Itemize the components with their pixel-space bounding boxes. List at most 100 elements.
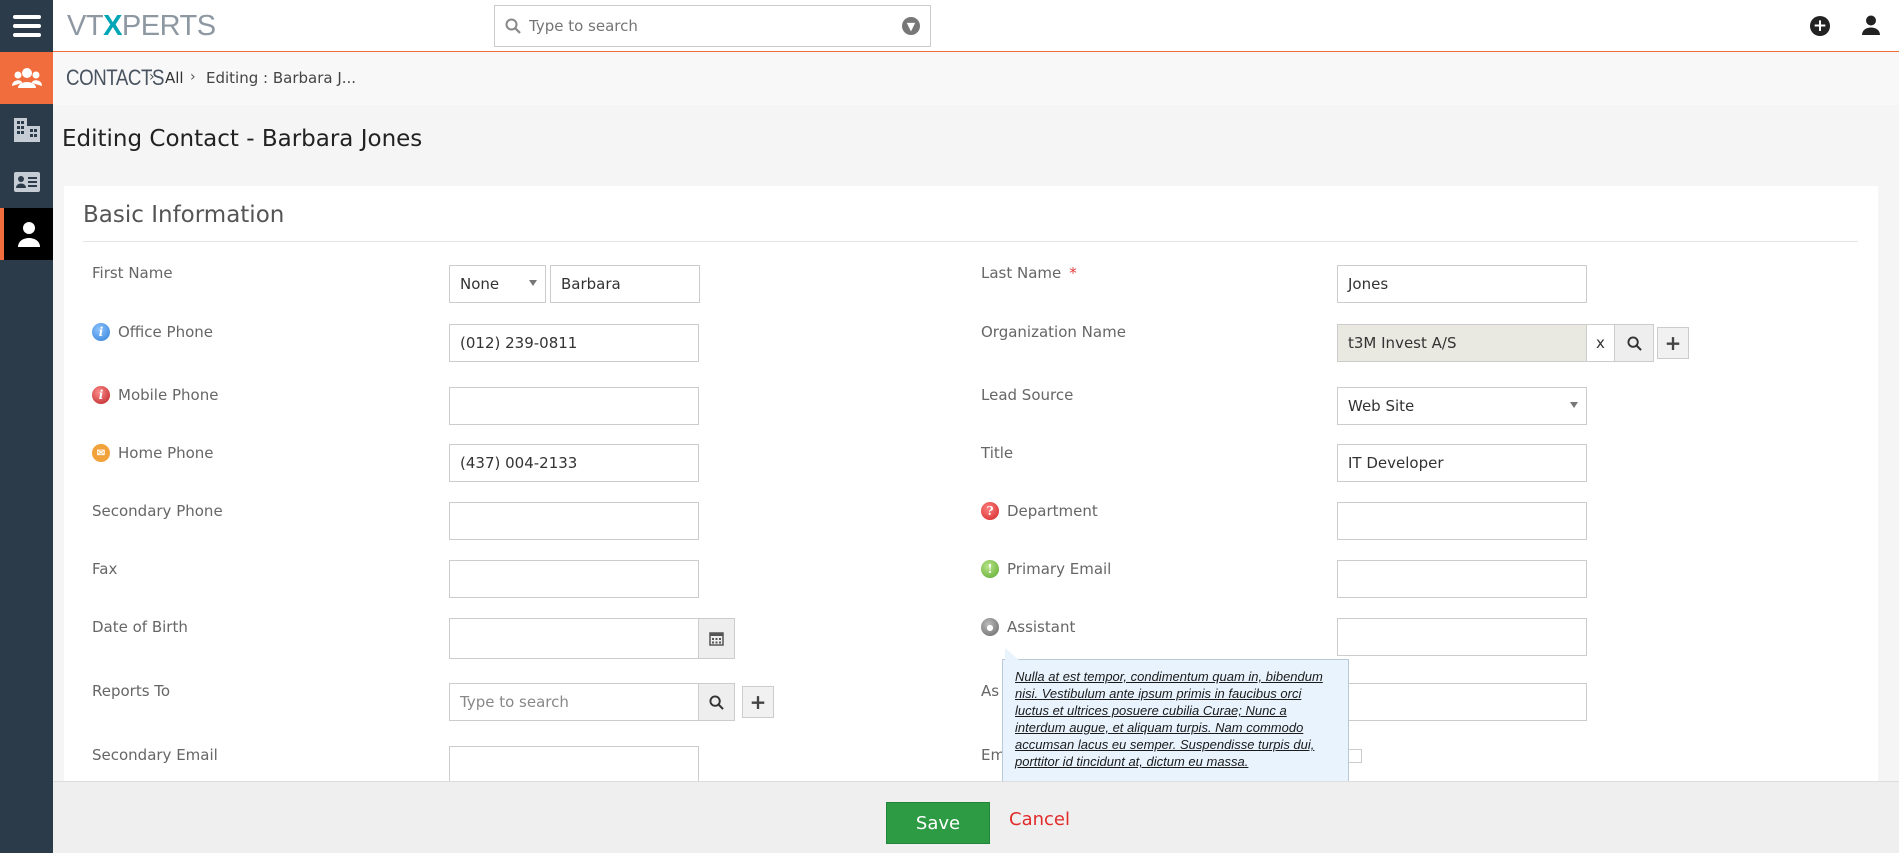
save-button[interactable]: Save	[886, 802, 990, 844]
salutation-value: None	[460, 275, 500, 293]
section-title: Basic Information	[83, 202, 285, 228]
building-icon	[13, 118, 40, 142]
mobile-phone-input[interactable]	[449, 387, 699, 425]
first-name-label-text: First Name	[92, 264, 173, 282]
secondary-phone-label: Secondary Phone	[92, 502, 223, 520]
page-title: Editing Contact - Barbara Jones	[62, 126, 423, 152]
department-input[interactable]	[1337, 502, 1587, 540]
hamburger-icon	[12, 15, 41, 37]
create-organization-plus-icon[interactable]: +	[1657, 327, 1689, 359]
office-phone-input[interactable]: (012) 239-0811	[449, 324, 699, 362]
date-of-birth-label-text: Date of Birth	[92, 618, 188, 636]
quick-create-plus-icon[interactable]: +	[1810, 16, 1830, 36]
home-phone-label: ✉ Home Phone	[92, 444, 214, 462]
field-help-tooltip: Nulla at est tempor, condimentum quam in…	[1002, 648, 1349, 793]
organization-name-value: t3M Invest A/S	[1348, 334, 1457, 352]
title-label: Title	[981, 444, 1013, 462]
envelope-icon[interactable]: ✉	[92, 444, 110, 462]
secondary-email-input[interactable]	[449, 746, 699, 782]
fax-input[interactable]	[449, 560, 699, 598]
home-phone-label-text: Home Phone	[118, 444, 214, 462]
rail-contacts-module[interactable]	[0, 52, 53, 104]
vtexperts-logo[interactable]: VTXPERTS	[67, 10, 216, 43]
search-icon	[1626, 335, 1642, 351]
mobile-phone-label: i Mobile Phone	[92, 386, 218, 404]
info-icon[interactable]: i	[92, 386, 110, 404]
primary-email-label-text: Primary Email	[1007, 560, 1112, 578]
office-phone-value: (012) 239-0811	[460, 334, 578, 352]
title-label-text: Title	[981, 444, 1014, 462]
rail-organizations-module[interactable]	[0, 104, 53, 156]
global-search-input[interactable]	[529, 17, 889, 35]
reports-to-label: Reports To	[92, 682, 170, 700]
first-name-value: Barbara	[561, 275, 621, 293]
fax-label: Fax	[92, 560, 117, 578]
global-search: ▼	[494, 5, 931, 47]
breadcrumb-all[interactable]: All	[165, 69, 184, 87]
secondary-email-label: Secondary Email	[92, 746, 218, 764]
rail-contacts-active[interactable]	[0, 208, 53, 260]
lead-source-label-text: Lead Source	[981, 386, 1074, 404]
user-help-icon[interactable]: ●	[981, 618, 999, 636]
last-name-input[interactable]: Jones	[1337, 265, 1587, 303]
form-action-bar: Save Cancel	[53, 781, 1899, 853]
search-icon	[505, 18, 521, 34]
reports-to-input[interactable]: Type to search	[449, 683, 699, 721]
tooltip-arrow	[1005, 648, 1019, 660]
caret-down-icon	[529, 280, 537, 286]
organization-search-button[interactable]	[1614, 324, 1654, 362]
reports-to-placeholder: Type to search	[460, 693, 569, 711]
assistant-input[interactable]	[1337, 618, 1587, 656]
left-rail	[0, 0, 53, 853]
home-phone-input[interactable]: (437) 004-2133	[449, 444, 699, 482]
clear-label: x	[1596, 334, 1605, 352]
reports-to-label-text: Reports To	[92, 682, 171, 700]
assistant-label-text: Assistant	[1007, 618, 1076, 636]
cancel-link[interactable]: Cancel	[1009, 809, 1070, 830]
first-name-label: First Name	[92, 264, 173, 282]
reports-to-search-button[interactable]	[698, 683, 735, 721]
top-header: VTXPERTS ▼ +	[53, 0, 1899, 52]
mobile-phone-label-text: Mobile Phone	[118, 386, 219, 404]
secondary-phone-label-text: Secondary Phone	[92, 502, 223, 520]
clear-organization-button[interactable]: x	[1586, 324, 1615, 362]
basic-information-block: Basic Information First Name None Barbar…	[64, 186, 1878, 782]
alert-icon[interactable]: !	[981, 560, 999, 578]
office-phone-label-text: Office Phone	[118, 323, 214, 341]
organization-name-input[interactable]: t3M Invest A/S	[1337, 324, 1587, 362]
salutation-select[interactable]: None	[449, 265, 546, 303]
breadcrumb: CONTACTS › All › Editing : Barbara J...	[53, 53, 1899, 105]
office-phone-label: i Office Phone	[92, 323, 213, 341]
breadcrumb-current: Editing : Barbara J...	[206, 69, 357, 87]
person-icon	[17, 222, 40, 247]
primary-email-input[interactable]	[1337, 560, 1587, 598]
chevron-down-icon[interactable]: ▼	[902, 17, 920, 35]
group-icon	[11, 68, 42, 88]
rail-contact-card-module[interactable]	[0, 156, 53, 208]
caret-down-icon	[1570, 402, 1578, 408]
secondary-email-label-text: Secondary Email	[92, 746, 218, 764]
chevron-right-icon: ›	[149, 69, 155, 85]
secondary-phone-input[interactable]	[449, 502, 699, 540]
menu-button[interactable]	[0, 0, 53, 52]
organization-name-label: Organization Name	[981, 323, 1126, 341]
user-menu-icon[interactable]	[1862, 15, 1880, 39]
email-opt-out-checkbox[interactable]	[1348, 749, 1362, 763]
create-reports-to-plus-icon[interactable]: +	[742, 686, 774, 718]
title-input[interactable]: IT Developer	[1337, 444, 1587, 482]
title-value: IT Developer	[1348, 454, 1444, 472]
date-of-birth-input[interactable]	[449, 618, 699, 659]
calendar-button[interactable]	[698, 618, 735, 659]
id-card-icon	[13, 172, 40, 192]
lead-source-label: Lead Source	[981, 386, 1073, 404]
organization-name-label-text: Organization Name	[981, 323, 1126, 341]
divider	[83, 241, 1858, 242]
assistant-phone-label-text: As	[981, 682, 1000, 700]
assistant-phone-input[interactable]	[1337, 683, 1587, 721]
question-icon[interactable]: ?	[981, 502, 999, 520]
info-icon[interactable]: i	[92, 323, 110, 341]
fax-label-text: Fax	[92, 560, 118, 578]
last-name-value: Jones	[1348, 275, 1389, 293]
lead-source-select[interactable]: Web Site	[1337, 387, 1587, 425]
first-name-input[interactable]: Barbara	[550, 265, 700, 303]
